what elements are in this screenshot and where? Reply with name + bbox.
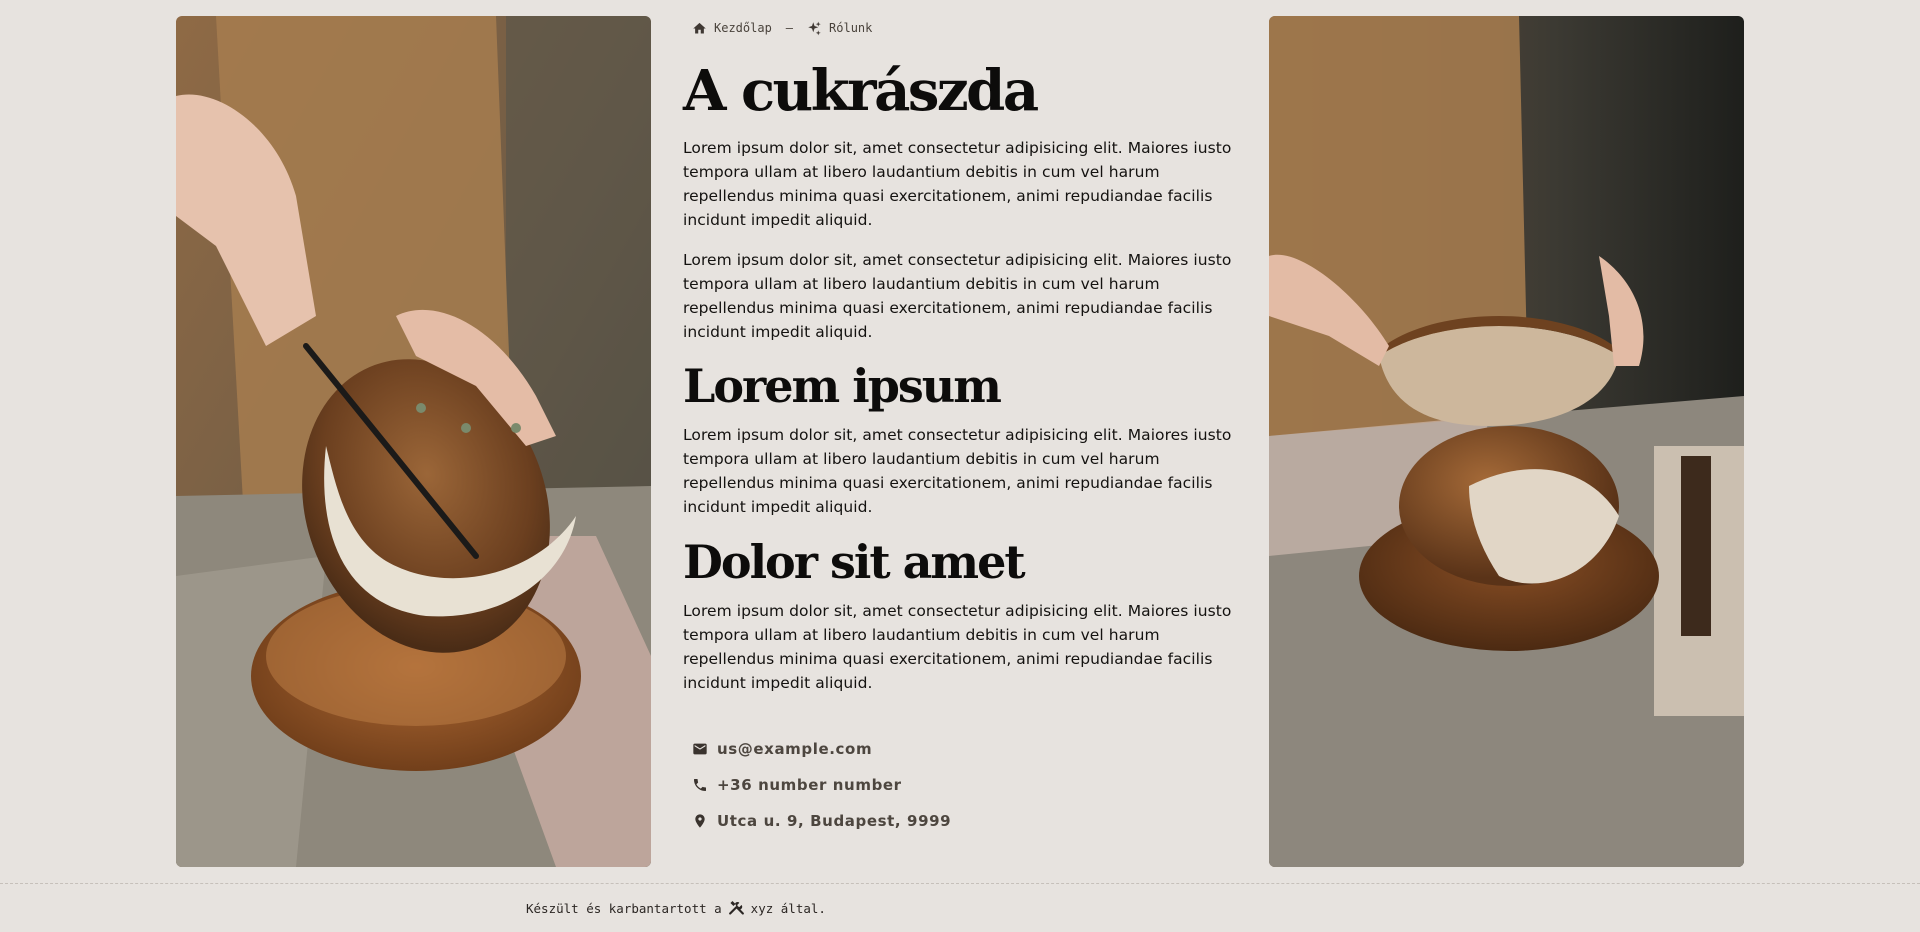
breadcrumb-current[interactable]: Rólunk bbox=[807, 21, 872, 36]
section-title: Lorem ipsum bbox=[683, 359, 1002, 413]
contact-address-text: Utca u. 9, Budapest, 9999 bbox=[717, 812, 952, 830]
contact-email[interactable]: us@example.com bbox=[692, 731, 1239, 767]
footer: Készült és karbantartott a xyz által. bbox=[0, 883, 1920, 932]
about-page: Kezdőlap — Rólunk A cukrászda Lorem ipsu… bbox=[0, 0, 1920, 932]
paragraph: Lorem ipsum dolor sit, amet consectetur … bbox=[683, 602, 1232, 692]
footer-credit: Készült és karbantartott a xyz által. bbox=[526, 900, 826, 917]
home-icon bbox=[693, 22, 706, 33]
breadcrumb-current-label: Rólunk bbox=[829, 21, 873, 35]
breadcrumb-home[interactable]: Kezdőlap bbox=[692, 21, 772, 36]
phone-icon bbox=[694, 779, 706, 791]
location-pin-icon bbox=[695, 814, 705, 828]
bread-halves-photo bbox=[1269, 16, 1744, 867]
contact-phone-text: +36 number number bbox=[717, 776, 902, 794]
contact-phone: +36 number number bbox=[692, 767, 1239, 803]
breadcrumb-separator: — bbox=[785, 21, 794, 35]
tools-icon bbox=[728, 901, 744, 915]
footer-suffix: xyz által. bbox=[750, 901, 826, 916]
breadcrumb: Kezdőlap — Rólunk bbox=[683, 16, 1239, 40]
contact-email-text: us@example.com bbox=[717, 740, 873, 758]
contact-address: Utca u. 9, Budapest, 9999 bbox=[692, 803, 1239, 839]
paragraph: Lorem ipsum dolor sit, amet consectetur … bbox=[683, 139, 1232, 229]
bread-cutting-photo bbox=[176, 16, 651, 867]
section-title: Dolor sit amet bbox=[683, 535, 1026, 589]
page-title: A cukrászda bbox=[683, 58, 1039, 124]
mail-icon bbox=[693, 743, 707, 755]
footer-prefix: Készült és karbantartott a bbox=[526, 901, 722, 916]
main-content: Kezdőlap — Rólunk A cukrászda Lorem ipsu… bbox=[683, 16, 1239, 839]
contact-list: us@example.com +36 number number Utca u.… bbox=[683, 731, 1239, 839]
paragraph: Lorem ipsum dolor sit, amet consectetur … bbox=[683, 251, 1232, 341]
sparkle-icon bbox=[808, 21, 821, 35]
paragraph: Lorem ipsum dolor sit, amet consectetur … bbox=[683, 426, 1232, 516]
breadcrumb-home-label: Kezdőlap bbox=[714, 21, 772, 35]
